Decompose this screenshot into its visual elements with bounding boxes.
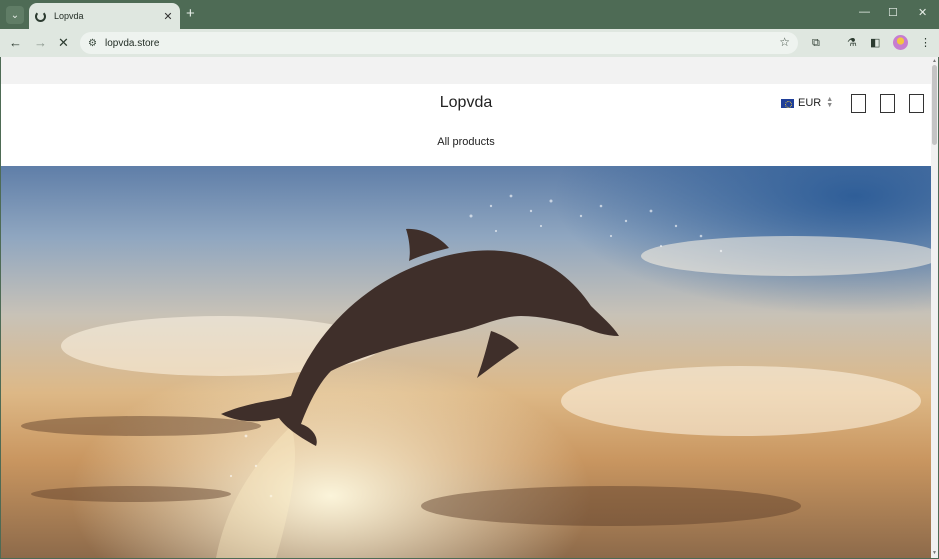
eu-flag-icon xyxy=(781,98,794,108)
page-viewport: Lopvda EUR ▲ ▼ All products ▲ ▼ xyxy=(1,57,938,558)
labs-flask-icon[interactable]: ⚗ xyxy=(847,36,857,50)
profile-avatar[interactable] xyxy=(893,35,908,50)
stop-loading-icon[interactable]: ✕ xyxy=(58,35,69,51)
extensions-icon[interactable]: ⧉ xyxy=(812,36,820,50)
side-panel-icon[interactable]: ◧ xyxy=(870,36,880,50)
address-url[interactable]: lopvda.store xyxy=(105,38,159,49)
back-arrow-icon[interactable]: ← xyxy=(9,35,22,51)
currency-selector[interactable]: EUR ▲ ▼ xyxy=(781,96,834,109)
tab-close-icon[interactable]: ✕ xyxy=(161,10,175,23)
announcement-bar xyxy=(1,57,931,84)
minimize-icon[interactable]: — xyxy=(859,6,870,18)
forward-arrow-icon[interactable]: → xyxy=(34,35,47,51)
scroll-down-icon[interactable]: ▼ xyxy=(931,550,938,556)
currency-label: EUR xyxy=(798,97,822,109)
nav-all-products[interactable]: All products xyxy=(1,136,931,148)
tab-search-icon[interactable]: ⌄ xyxy=(6,6,24,24)
menu-kebab-icon[interactable]: ⋮ xyxy=(920,36,931,50)
cart-icon[interactable] xyxy=(909,94,924,113)
browser-tab-bar: ⌄ Lopvda ✕ + — ☐ ✕ xyxy=(0,0,939,29)
browser-tab[interactable]: Lopvda ✕ xyxy=(29,3,180,29)
browser-toolbar: ← → ✕ ⚙ lopvda.store ☆ ⧉ ⚗ ◧ ⋮ xyxy=(0,29,939,57)
page-scrollbar[interactable]: ▲ ▼ xyxy=(931,57,938,558)
store-header: Lopvda EUR ▲ ▼ All products xyxy=(1,84,931,166)
bookmark-star-icon[interactable]: ☆ xyxy=(779,35,790,49)
scrollbar-thumb[interactable] xyxy=(932,65,937,145)
window-close-icon[interactable]: ✕ xyxy=(918,6,927,19)
dolphin-silhouette xyxy=(216,194,723,558)
site-settings-icon[interactable]: ⚙ xyxy=(88,38,97,49)
chevron-updown-icon: ▲ ▼ xyxy=(826,96,834,109)
account-icon[interactable] xyxy=(880,94,895,113)
tab-title: Lopvda xyxy=(54,11,84,21)
loading-spinner-icon xyxy=(35,10,46,22)
maximize-icon[interactable]: ☐ xyxy=(888,6,898,19)
scroll-up-icon[interactable]: ▲ xyxy=(931,58,938,64)
address-bar[interactable]: ⚙ lopvda.store ☆ xyxy=(80,32,798,54)
new-tab-button[interactable]: + xyxy=(186,6,195,22)
hero-banner-image xyxy=(1,166,931,558)
search-icon[interactable] xyxy=(851,94,866,113)
